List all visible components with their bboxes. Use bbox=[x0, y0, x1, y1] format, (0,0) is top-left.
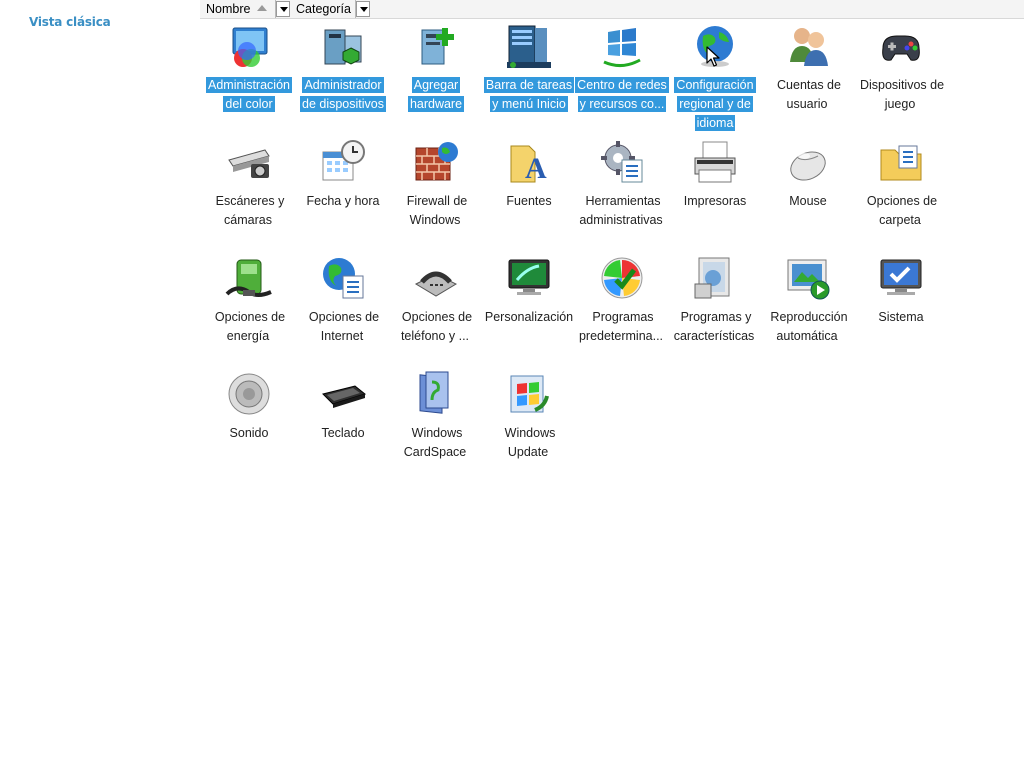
control-panel-item-label: Firewall de Windows bbox=[406, 194, 468, 227]
control-panel-item[interactable]: Centro de redes y recursos co... bbox=[575, 20, 669, 130]
control-panel-item[interactable]: Reproducción automática bbox=[761, 252, 855, 362]
control-panel-item[interactable]: Opciones de carpeta bbox=[854, 136, 948, 246]
control-panel-item-label: Mouse bbox=[789, 194, 827, 208]
folder-options-icon bbox=[877, 138, 925, 186]
power-options-icon bbox=[225, 254, 273, 302]
control-panel-item[interactable]: Mouse bbox=[761, 136, 855, 246]
firewall-icon bbox=[412, 138, 460, 186]
control-panel-item[interactable]: Sistema bbox=[854, 252, 948, 362]
control-panel-item[interactable]: Programas predetermina... bbox=[575, 252, 669, 362]
control-panel-item-label: Escáneres y cámaras bbox=[215, 194, 285, 227]
control-panel-item[interactable]: Personalización bbox=[482, 252, 576, 362]
regional-language-icon bbox=[691, 22, 739, 70]
control-panel-item[interactable]: Cuentas de usuario bbox=[761, 20, 855, 130]
control-panel-item-label: Dispositivos de juego bbox=[859, 78, 945, 111]
system-icon bbox=[877, 254, 925, 302]
windows-update-icon bbox=[505, 370, 553, 418]
programs-features-icon bbox=[691, 254, 739, 302]
phone-modem-icon bbox=[412, 254, 460, 302]
control-panel-item-label: Fuentes bbox=[506, 194, 552, 208]
mouse-icon bbox=[784, 138, 832, 186]
control-panel-item-label: Opciones de energía bbox=[214, 310, 286, 343]
date-time-icon bbox=[319, 138, 367, 186]
column-header-bar: Nombre Categoría bbox=[200, 0, 1024, 19]
control-panel-item[interactable]: Windows Update bbox=[482, 368, 576, 478]
control-panel-item-label: Herramientas administrativas bbox=[579, 194, 663, 227]
user-accounts-icon bbox=[784, 22, 832, 70]
control-panel-item[interactable]: Configuración regional y de idioma bbox=[668, 20, 762, 131]
sort-ascending-icon bbox=[257, 5, 267, 11]
control-panel-item[interactable]: Fecha y hora bbox=[296, 136, 390, 246]
control-panel-item-label: Sistema bbox=[878, 310, 924, 324]
control-panel-item-label: Programas y características bbox=[673, 310, 755, 343]
color-management-icon bbox=[225, 22, 273, 70]
control-panel-item-label: Cuentas de usuario bbox=[777, 78, 841, 111]
device-manager-icon bbox=[319, 22, 367, 70]
control-panel-item[interactable]: Opciones de teléfono y ... bbox=[389, 252, 483, 362]
keyboard-icon bbox=[319, 370, 367, 418]
network-center-icon bbox=[598, 22, 646, 70]
name-filter-dropdown-button[interactable] bbox=[276, 1, 290, 17]
sidebar: Vista clásica bbox=[0, 0, 200, 768]
control-panel-item-label: Barra de tareas y menú Inicio bbox=[483, 77, 575, 112]
column-header-category[interactable]: Categoría bbox=[290, 0, 356, 18]
admin-tools-icon bbox=[598, 138, 646, 186]
control-panel-item-label: Centro de redes y recursos co... bbox=[575, 77, 669, 112]
control-panel-item[interactable]: Impresoras bbox=[668, 136, 762, 246]
control-panel-item-label: Impresoras bbox=[683, 194, 747, 208]
printer-icon bbox=[691, 138, 739, 186]
control-panel-item-label: Sonido bbox=[229, 426, 269, 440]
control-panel-item-label: Teclado bbox=[321, 426, 365, 440]
control-panel-item-label: Agregar hardware bbox=[407, 77, 465, 112]
control-panel-item[interactable]: Barra de tareas y menú Inicio bbox=[482, 20, 576, 130]
control-panel-item[interactable]: Programas y características bbox=[668, 252, 762, 362]
cardspace-icon bbox=[412, 370, 460, 418]
control-panel-item-label: Programas predetermina... bbox=[578, 310, 664, 343]
control-panel-item-label: Opciones de Internet bbox=[308, 310, 380, 343]
fonts-icon: A bbox=[505, 138, 553, 186]
svg-text:A: A bbox=[525, 152, 547, 185]
control-panel-item[interactable]: Firewall de Windows bbox=[389, 136, 483, 246]
scanner-camera-icon bbox=[225, 138, 273, 186]
control-panel-item-label: Administrador de dispositivos bbox=[300, 77, 386, 112]
category-filter-dropdown-button[interactable] bbox=[356, 1, 370, 17]
classic-view-link[interactable]: Vista clásica bbox=[29, 15, 111, 29]
control-panel-item[interactable]: Herramientas administrativas bbox=[575, 136, 669, 246]
control-panel-item[interactable]: Administrador de dispositivos bbox=[296, 20, 390, 130]
control-panel-item-label: Configuración regional y de idioma bbox=[674, 77, 756, 131]
control-panel-item-label: Windows Update bbox=[504, 426, 556, 459]
control-panel-item[interactable]: Teclado bbox=[296, 368, 390, 478]
column-header-name-label: Nombre bbox=[206, 2, 251, 16]
personalization-icon bbox=[505, 254, 553, 302]
control-panel-item[interactable]: Agregar hardware bbox=[389, 20, 483, 130]
control-panel-item-label: Opciones de carpeta bbox=[866, 194, 938, 227]
add-hardware-icon bbox=[412, 22, 460, 70]
autoplay-icon bbox=[784, 254, 832, 302]
control-panel-item[interactable]: Opciones de energía bbox=[202, 252, 296, 362]
control-panel-item-label: Administración del color bbox=[206, 77, 292, 112]
column-header-category-label: Categoría bbox=[296, 2, 351, 16]
control-panel-item[interactable]: Windows CardSpace bbox=[389, 368, 483, 478]
control-panel-item[interactable]: Sonido bbox=[202, 368, 296, 478]
column-header-name[interactable]: Nombre bbox=[200, 0, 276, 18]
control-panel-item[interactable]: Escáneres y cámaras bbox=[202, 136, 296, 246]
control-panel-item[interactable]: Opciones de Internet bbox=[296, 252, 390, 362]
control-panel-item-label: Windows CardSpace bbox=[403, 426, 467, 459]
control-panel-item-label: Personalización bbox=[484, 310, 574, 324]
sound-icon bbox=[225, 370, 273, 418]
default-programs-icon bbox=[598, 254, 646, 302]
control-panel-item[interactable]: Administración del color bbox=[202, 20, 296, 130]
taskbar-start-menu-icon bbox=[505, 22, 553, 70]
game-controller-icon bbox=[877, 22, 925, 70]
control-panel-item[interactable]: Dispositivos de juego bbox=[854, 20, 948, 130]
control-panel-item-label: Fecha y hora bbox=[306, 194, 380, 208]
internet-options-icon bbox=[319, 254, 367, 302]
control-panel-item-label: Reproducción automática bbox=[770, 310, 848, 343]
control-panel-item-label: Opciones de teléfono y ... bbox=[400, 310, 473, 343]
control-panel-item[interactable]: A Fuentes bbox=[482, 136, 576, 246]
